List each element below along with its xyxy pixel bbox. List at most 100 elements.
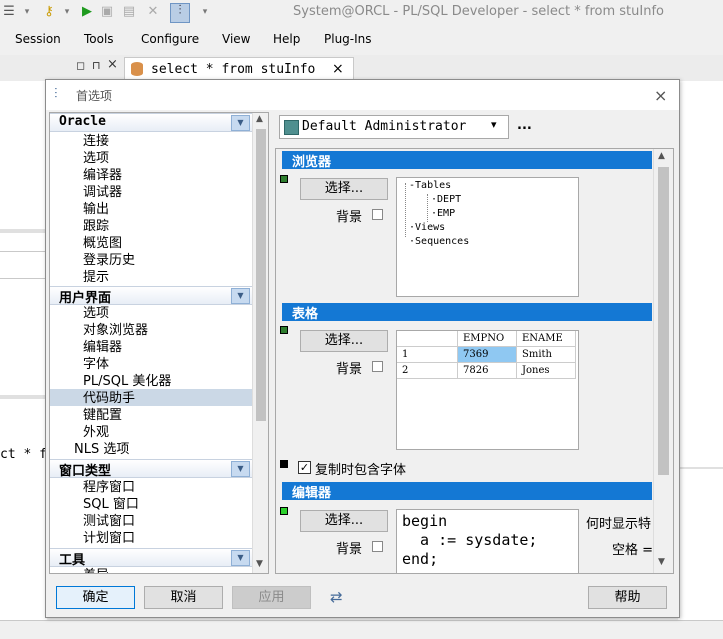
- database-icon: [131, 62, 143, 76]
- scroll-thumb[interactable]: [658, 167, 669, 475]
- dropdown-arrow-icon[interactable]: ▾: [198, 5, 212, 19]
- tree-item-test-window[interactable]: 测试窗口: [83, 513, 135, 530]
- tree-item-program-window[interactable]: 程序窗口: [83, 479, 135, 496]
- section-label: 用户界面: [59, 291, 112, 306]
- close-icon[interactable]: ×: [107, 57, 118, 72]
- font-settings-panel: 浏览器 选择... 背景 -Tables ·DEPT ·EMP ·Views ·…: [275, 148, 674, 574]
- tree-item-differences[interactable]: 差异: [83, 567, 109, 573]
- tree-item-debugger[interactable]: 调试器: [83, 184, 122, 201]
- copy-font-label: 复制时包含字体: [315, 463, 407, 478]
- collapse-icon[interactable]: ▼: [231, 288, 250, 304]
- tree-item-appearance[interactable]: 外观: [83, 424, 109, 441]
- status-bar: [0, 620, 723, 639]
- tree-item-ui-options[interactable]: 选项: [83, 305, 109, 322]
- tree-section-tools[interactable]: 工具 ▼: [50, 548, 252, 568]
- dropdown-arrow-icon[interactable]: ▾: [20, 5, 34, 19]
- section-title: 编辑器: [292, 486, 332, 501]
- show-when-label: 何时显示特: [586, 517, 652, 532]
- tree-item-sql-window[interactable]: SQL 窗口: [83, 496, 139, 513]
- tree-section-window-types[interactable]: 窗口类型 ▼: [50, 459, 252, 479]
- copy-font-checkbox[interactable]: ✓: [298, 461, 311, 474]
- tree-section-oracle[interactable]: Oracle ▼: [50, 113, 252, 132]
- scroll-down-icon[interactable]: ▼: [658, 557, 665, 567]
- tree-section-user-interface[interactable]: 用户界面 ▼: [50, 286, 252, 306]
- grid-font-preview: EMPNO ENAME 1 7369 Smith 2 7826 Jones: [396, 330, 579, 450]
- tree-item-plan-window[interactable]: 计划窗口: [83, 530, 135, 547]
- grid-select-font-button[interactable]: 选择...: [300, 330, 388, 352]
- tree-item-plsql-beautifier[interactable]: PL/SQL 美化器: [83, 373, 171, 390]
- menu-icon[interactable]: ☰: [2, 5, 16, 19]
- code-line: end;: [402, 550, 439, 568]
- panel-scrollbar[interactable]: ▲ ▼: [653, 149, 672, 573]
- pin-icon[interactable]: ◻: [76, 59, 85, 72]
- scroll-thumb[interactable]: [256, 129, 266, 421]
- execute-icon[interactable]: ▶: [80, 5, 94, 19]
- collapse-icon[interactable]: ▼: [231, 550, 250, 566]
- editor-select-font-button[interactable]: 选择...: [300, 510, 388, 532]
- collapse-icon[interactable]: ▼: [231, 115, 250, 131]
- table-cell: 1: [397, 346, 458, 363]
- dock-icon[interactable]: ⊓: [92, 59, 101, 72]
- menu-configure[interactable]: Configure: [141, 32, 199, 46]
- tree-item-overview[interactable]: 概览图: [83, 235, 122, 252]
- profile-more-button[interactable]: ...: [517, 118, 532, 133]
- tree-item-fonts[interactable]: 字体: [83, 356, 109, 373]
- field[interactable]: [0, 251, 47, 279]
- profile-value: Default Administrator: [302, 119, 467, 134]
- lock-icon[interactable]: ▣: [100, 5, 114, 19]
- tree-item-compiler[interactable]: 编译器: [83, 167, 122, 184]
- preferences-icon[interactable]: ⫶: [170, 3, 190, 23]
- help-button[interactable]: 帮助: [588, 586, 667, 609]
- tree-item-trace[interactable]: 跟踪: [83, 218, 109, 235]
- editor-background-checkbox[interactable]: [372, 541, 383, 552]
- tree-item-key-config[interactable]: 键配置: [83, 407, 122, 424]
- tree-item-nls-options[interactable]: NLS 选项: [74, 441, 129, 458]
- section-title: 浏览器: [292, 155, 332, 170]
- tree-item-logon-history[interactable]: 登录历史: [83, 252, 135, 269]
- key-icon[interactable]: ⚷: [42, 5, 56, 19]
- tree-item-output[interactable]: 输出: [83, 201, 109, 218]
- ok-button[interactable]: 确定: [56, 586, 135, 609]
- color-indicator: [280, 507, 288, 515]
- scroll-down-icon[interactable]: ▼: [256, 559, 263, 569]
- collapse-icon[interactable]: ▼: [231, 461, 250, 477]
- dropdown-arrow-icon[interactable]: ▾: [60, 5, 74, 19]
- tree-item-object-browser[interactable]: 对象浏览器: [83, 322, 148, 339]
- preferences-tree: Oracle ▼ 连接 选项 编译器 调试器 输出 跟踪 概览图 登录历史 提示…: [49, 112, 269, 574]
- close-icon[interactable]: ×: [332, 61, 344, 77]
- tree-item-editor[interactable]: 编辑器: [83, 339, 122, 356]
- chevron-down-icon[interactable]: ▾: [491, 118, 497, 131]
- commit-icon[interactable]: ▤: [122, 5, 136, 19]
- tree-scrollbar[interactable]: ▲ ▼: [252, 113, 268, 573]
- ide-left-area: ct * f: [0, 81, 47, 621]
- tree-item-connection[interactable]: 连接: [83, 133, 109, 150]
- menu-plugins[interactable]: Plug-Ins: [324, 32, 372, 46]
- tree-node-dept: ·DEPT: [431, 194, 462, 205]
- rollback-icon[interactable]: ✕: [146, 5, 160, 19]
- scroll-up-icon[interactable]: ▲: [658, 151, 665, 161]
- editor-font-preview: begin a := sysdate; end;: [396, 509, 579, 573]
- table-header-cell: EMPNO: [457, 331, 517, 347]
- tree-item-hints[interactable]: 提示: [83, 269, 109, 286]
- tree-item-options[interactable]: 选项: [83, 150, 109, 167]
- grid-background-label: 背景: [336, 362, 363, 377]
- browser-background-checkbox[interactable]: [372, 209, 383, 220]
- scroll-up-icon[interactable]: ▲: [256, 114, 263, 124]
- profile-select[interactable]: Default Administrator ▾: [279, 115, 509, 139]
- close-icon[interactable]: ×: [654, 86, 667, 105]
- import-export-icon[interactable]: ⇄: [330, 588, 343, 606]
- dialog-title-bar: ⫶ 首选项 ×: [46, 80, 679, 110]
- menu-tools[interactable]: Tools: [84, 32, 114, 46]
- table-cell: Smith: [516, 346, 576, 363]
- grid-background-checkbox[interactable]: [372, 361, 383, 372]
- menu-view[interactable]: View: [222, 32, 250, 46]
- preview-table: EMPNO ENAME 1 7369 Smith 2 7826 Jones: [397, 331, 576, 379]
- menu-session[interactable]: Session: [15, 32, 61, 46]
- editor-text-fragment: ct * f: [0, 447, 47, 462]
- browser-select-font-button[interactable]: 选择...: [300, 178, 388, 200]
- tree-item-code-assistant[interactable]: 代码助手: [83, 390, 135, 407]
- menu-help[interactable]: Help: [273, 32, 300, 46]
- cancel-button[interactable]: 取消: [144, 586, 223, 609]
- code-line: begin: [402, 512, 448, 530]
- apply-button[interactable]: 应用: [232, 586, 311, 609]
